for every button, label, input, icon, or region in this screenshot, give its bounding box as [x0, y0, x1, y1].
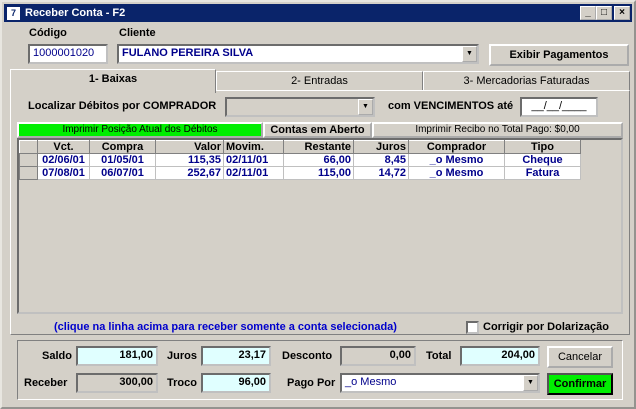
chevron-down-icon[interactable]: ▼: [462, 46, 477, 62]
juros-field[interactable]: 23,17: [201, 346, 271, 366]
receber-conta-window: 7 Receber Conta - F2 _ □ × Código 100000…: [0, 0, 636, 409]
vencimentos-label: com VENCIMENTOS até: [388, 100, 514, 112]
confirmar-button[interactable]: Confirmar: [547, 373, 613, 395]
chevron-down-icon[interactable]: ▼: [358, 99, 373, 115]
tab-baixas[interactable]: 1- Baixas: [10, 69, 216, 93]
receber-label: Receber: [24, 377, 68, 389]
cell-juros: 14,72: [353, 166, 409, 180]
pago-por-combo[interactable]: _o Mesmo ▼: [340, 373, 540, 393]
cell-movim: 02/11/01: [223, 153, 284, 167]
col-vct[interactable]: Vct.: [37, 140, 90, 154]
cell-vct: 02/06/01: [37, 153, 90, 167]
saldo-label: Saldo: [42, 350, 72, 362]
cell-tipo: Fatura: [504, 166, 581, 180]
total-field[interactable]: 204,00: [460, 346, 540, 366]
cell-tipo: Cheque: [504, 153, 581, 167]
maximize-icon[interactable]: □: [596, 6, 612, 20]
close-icon[interactable]: ×: [614, 6, 630, 20]
col-restante[interactable]: Restante: [283, 140, 354, 154]
row-indicator: [19, 153, 38, 167]
col-juros[interactable]: Juros: [353, 140, 409, 154]
window-title: Receber Conta - F2: [25, 7, 126, 19]
localizar-label: Localizar Débitos por COMPRADOR: [28, 100, 217, 112]
tab-mercadorias-faturadas[interactable]: 3- Mercadorias Faturadas: [423, 71, 630, 91]
cell-movim: 02/11/01: [223, 166, 284, 180]
codigo-label: Código: [29, 27, 67, 39]
pago-por-value: _o Mesmo: [345, 376, 397, 388]
tab-entradas[interactable]: 2- Entradas: [216, 71, 423, 91]
table-row[interactable]: 07/08/01 06/07/01 252,67 02/11/01 115,00…: [19, 166, 581, 180]
cell-juros: 8,45: [353, 153, 409, 167]
cell-compra: 06/07/01: [89, 166, 156, 180]
minimize-icon[interactable]: _: [580, 6, 596, 20]
col-comprador[interactable]: Comprador: [408, 140, 505, 154]
cliente-value: FULANO PEREIRA SILVA: [122, 47, 254, 59]
cell-vct: 07/08/01: [37, 166, 90, 180]
contas-aberto-button[interactable]: Contas em Aberto: [263, 122, 372, 138]
cell-comprador: _o Mesmo: [408, 166, 505, 180]
imprimir-posicao-button[interactable]: Imprimir Posição Atual dos Débitos: [17, 122, 263, 138]
col-valor[interactable]: Valor: [155, 140, 224, 154]
app-icon: 7: [7, 6, 20, 20]
col-compra[interactable]: Compra: [89, 140, 156, 154]
col-tipo[interactable]: Tipo: [504, 140, 581, 154]
desconto-field[interactable]: 0,00: [340, 346, 416, 366]
cell-valor: 252,67: [155, 166, 224, 180]
exibir-pagamentos-button[interactable]: Exibir Pagamentos: [489, 44, 629, 66]
chevron-down-icon[interactable]: ▼: [523, 375, 538, 391]
table-row[interactable]: 02/06/01 01/05/01 115,35 02/11/01 66,00 …: [19, 153, 581, 167]
cell-restante: 66,00: [283, 153, 354, 167]
corrigir-label: Corrigir por Dolarização: [483, 321, 609, 333]
cell-restante: 115,00: [283, 166, 354, 180]
juros-label: Juros: [167, 350, 197, 362]
cell-comprador: _o Mesmo: [408, 153, 505, 167]
troco-label: Troco: [167, 377, 197, 389]
debitos-table[interactable]: Vct. Compra Valor Movim. Restante Juros …: [17, 138, 623, 314]
col-movim[interactable]: Movim.: [223, 140, 284, 154]
desconto-label: Desconto: [282, 350, 333, 362]
troco-field[interactable]: 96,00: [201, 373, 271, 393]
title-bar: 7 Receber Conta - F2 _ □ ×: [4, 4, 632, 22]
cancelar-button[interactable]: Cancelar: [547, 346, 613, 368]
cliente-label: Cliente: [119, 27, 156, 39]
total-label: Total: [426, 350, 452, 362]
corrigir-checkbox[interactable]: [466, 321, 479, 334]
saldo-field[interactable]: 181,00: [76, 346, 158, 366]
row-indicator-header: [19, 140, 38, 154]
receber-field[interactable]: 300,00: [76, 373, 158, 393]
imprimir-recibo-button[interactable]: Imprimir Recibo no Total Pago: $0,00: [372, 122, 623, 138]
comprador-combo[interactable]: ▼: [225, 97, 375, 117]
pago-por-label: Pago Por: [287, 377, 336, 389]
cell-valor: 115,35: [155, 153, 224, 167]
codigo-field[interactable]: 1000001020: [28, 44, 108, 64]
vencimentos-field[interactable]: __/__/____: [520, 97, 598, 117]
cliente-combo[interactable]: FULANO PEREIRA SILVA ▼: [117, 44, 479, 64]
row-indicator: [19, 166, 38, 180]
table-header-row: Vct. Compra Valor Movim. Restante Juros …: [19, 140, 581, 154]
cell-compra: 01/05/01: [89, 153, 156, 167]
select-row-hint: (clique na linha acima para receber some…: [54, 321, 397, 333]
